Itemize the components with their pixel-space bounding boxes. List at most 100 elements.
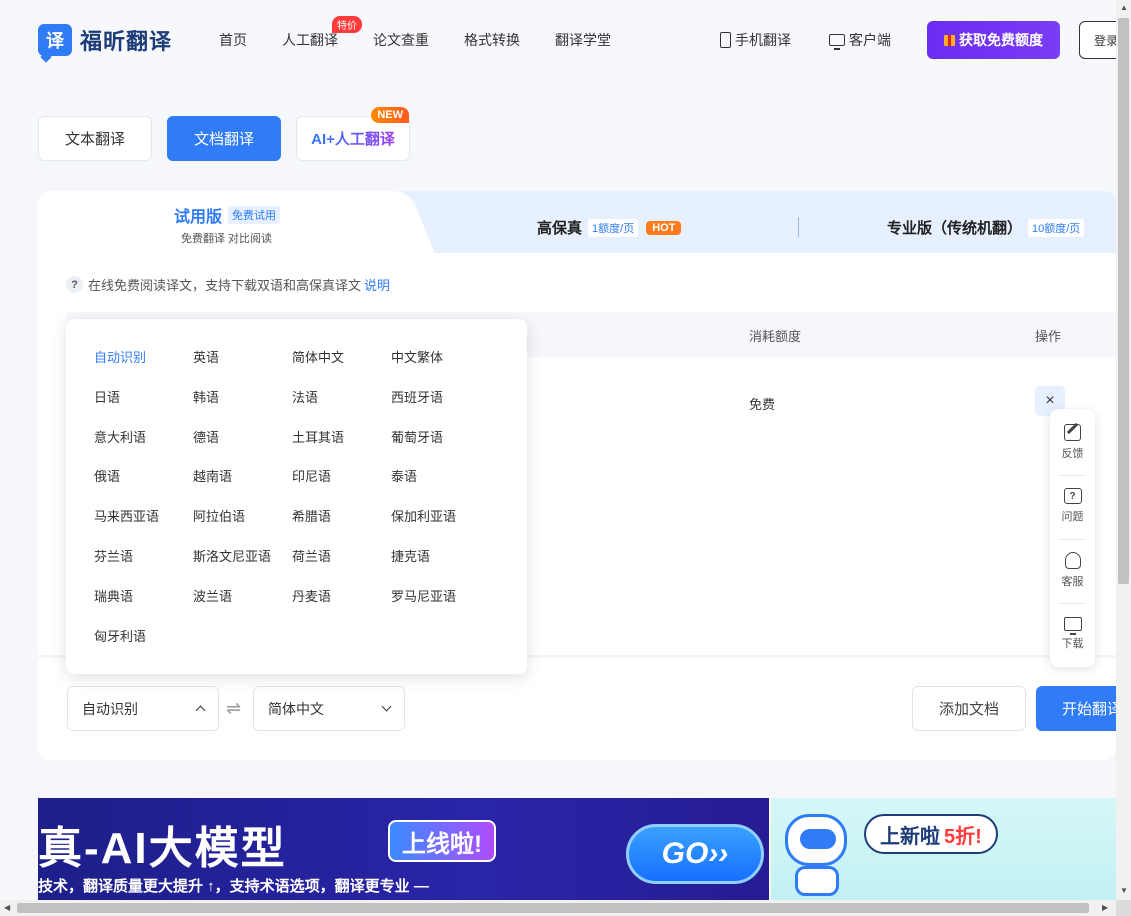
add-document-button[interactable]: 添加文档 <box>912 686 1026 731</box>
tab-document-translation[interactable]: 文档翻译 <box>167 116 281 161</box>
language-option[interactable]: 韩语 <box>193 387 292 427</box>
plan-trial-name: 试用版 <box>174 209 223 226</box>
special-price-badge: 特价 <box>332 16 362 33</box>
col-cost: 消耗额度 <box>749 329 802 344</box>
monitor-icon <box>829 34 845 50</box>
gift-icon <box>944 34 955 46</box>
language-option[interactable]: 泰语 <box>391 466 490 506</box>
language-option[interactable]: 保加利亚语 <box>391 506 490 546</box>
scroll-right-icon[interactable]: ▶ <box>1102 903 1108 912</box>
help-explain-link[interactable]: 说明 <box>364 275 390 294</box>
logo-text: 福昕翻译 <box>80 29 173 54</box>
language-option[interactable]: 土耳其语 <box>292 427 391 467</box>
horizontal-scrollbar[interactable]: ◀ ▶ <box>0 900 1116 916</box>
ai-human-label: AI+人工翻译 <box>311 128 395 149</box>
nav-translation-school[interactable]: 翻译学堂 <box>555 30 611 50</box>
get-free-quota-label: 获取免费额度 <box>959 32 1043 48</box>
language-option[interactable]: 荷兰语 <box>292 546 391 586</box>
language-option[interactable]: 越南语 <box>193 466 292 506</box>
target-language-select[interactable]: 简体中文 <box>253 686 405 731</box>
question-button[interactable]: ? 问题 <box>1050 475 1095 537</box>
banner-headline: 真-AI大模型 <box>38 824 287 873</box>
banner-subline: 技术，翻译质量更大提升 ↑，支持术语选项，翻译更专业 — <box>38 878 429 895</box>
language-option[interactable]: 西班牙语 <box>391 387 490 427</box>
download-button[interactable]: 下载 <box>1050 603 1095 665</box>
scroll-up-icon[interactable]: ▲ <box>1120 3 1128 12</box>
nav-human-translation[interactable]: 人工翻译 特价 <box>282 16 362 50</box>
feedback-button[interactable]: 反馈 <box>1050 411 1095 473</box>
header: 译 福昕翻译 首页 人工翻译 特价 论文查重 格式转换 翻译学堂 手机翻译 客户… <box>0 0 1131 80</box>
vertical-scroll-thumb[interactable] <box>1118 18 1129 584</box>
language-option[interactable]: 瑞典语 <box>94 586 193 626</box>
tab-text-translation[interactable]: 文本翻译 <box>38 116 152 161</box>
robot-mascot-icon <box>781 806 861 896</box>
language-option[interactable]: 法语 <box>292 387 391 427</box>
client-link[interactable]: 客户端 <box>829 30 891 50</box>
tab-ai-human-translation[interactable]: AI+人工翻译 NEW <box>296 107 410 161</box>
language-option[interactable]: 斯洛文尼亚语 <box>193 546 292 586</box>
language-option[interactable]: 波兰语 <box>193 586 292 626</box>
language-option[interactable]: 芬兰语 <box>94 546 193 586</box>
language-option[interactable]: 马来西亚语 <box>94 506 193 546</box>
source-language-select[interactable]: 自动识别 <box>67 686 219 731</box>
question-icon: ? <box>66 276 83 293</box>
scrollbar-corner <box>1116 900 1131 916</box>
language-option[interactable]: 自动识别 <box>94 347 193 387</box>
main-nav: 首页 人工翻译 特价 论文查重 格式转换 翻译学堂 <box>219 16 646 50</box>
language-option[interactable]: 德语 <box>193 427 292 467</box>
horizontal-scroll-thumb[interactable] <box>17 903 1089 913</box>
question-label: 问题 <box>1061 511 1084 523</box>
plan-trial-subtitle: 免费翻译 对比阅读 <box>181 233 273 245</box>
monitor-icon <box>1063 617 1082 635</box>
swap-languages-icon[interactable]: ⇌ <box>226 698 241 719</box>
col-action: 操作 <box>1035 329 1062 344</box>
banner-go-button[interactable]: GO›› <box>626 824 764 884</box>
scroll-down-icon[interactable]: ▼ <box>1120 886 1128 895</box>
plan-pro-quota: 10额度/页 <box>1028 218 1085 237</box>
scroll-left-icon[interactable]: ◀ <box>4 903 10 912</box>
ai-model-banner[interactable]: 真-AI大模型 上线啦! 技术，翻译质量更大提升 ↑，支持术语选项，翻译更专业 … <box>38 798 769 900</box>
language-option[interactable]: 葡萄牙语 <box>391 427 490 467</box>
language-option[interactable]: 俄语 <box>94 466 193 506</box>
mobile-translate-label: 手机翻译 <box>735 32 791 48</box>
chevron-down-icon <box>381 701 392 712</box>
row-cost: 免费 <box>749 397 776 412</box>
new-badge: NEW <box>371 107 409 123</box>
edit-icon <box>1064 423 1081 441</box>
get-free-quota-button[interactable]: 获取免费额度 <box>927 21 1060 59</box>
language-option[interactable]: 印尼语 <box>292 466 391 506</box>
nav-home[interactable]: 首页 <box>219 30 247 50</box>
help-line: ? 在线免费阅读译文，支持下载双语和高保真译文 说明 <box>66 275 390 294</box>
plan-high-fidelity[interactable]: 高保真 1额度/页 HOT <box>537 217 682 238</box>
language-option[interactable]: 中文繁体 <box>391 347 490 387</box>
language-option[interactable]: 意大利语 <box>94 427 193 467</box>
language-option[interactable]: 捷克语 <box>391 546 490 586</box>
nav-format-convert[interactable]: 格式转换 <box>464 30 520 50</box>
target-language-value: 简体中文 <box>268 700 324 717</box>
mobile-translate-link[interactable]: 手机翻译 <box>720 30 791 50</box>
feedback-label: 反馈 <box>1061 447 1084 460</box>
language-option[interactable]: 希腊语 <box>292 506 391 546</box>
language-option[interactable]: 丹麦语 <box>292 586 391 626</box>
banner-online-tag: 上线啦! <box>388 820 496 862</box>
nav-plagiarism-check[interactable]: 论文查重 <box>373 30 429 50</box>
plan-professional[interactable]: 专业版（传统机翻） 10额度/页 <box>887 217 1085 238</box>
language-option[interactable]: 日语 <box>94 387 193 427</box>
plan-hifi-name: 高保真 <box>537 220 583 237</box>
headset-icon <box>1064 551 1081 569</box>
help-text: 在线免费阅读译文，支持下载双语和高保真译文 <box>88 278 362 293</box>
sale-banner[interactable]: 上新啦 5折! <box>771 798 1116 900</box>
nav-human-translation-label: 人工翻译 <box>282 32 338 48</box>
logo[interactable]: 译 福昕翻译 <box>38 24 172 56</box>
language-option[interactable]: 匈牙利语 <box>94 626 193 666</box>
client-label: 客户端 <box>849 32 891 48</box>
start-translation-button[interactable]: 开始翻译 <box>1036 686 1116 731</box>
phone-icon <box>720 32 731 48</box>
language-option[interactable]: 罗马尼亚语 <box>391 586 490 626</box>
language-option[interactable]: 简体中文 <box>292 347 391 387</box>
customer-service-button[interactable]: 客服 <box>1050 539 1095 601</box>
side-float-toolbar: 反馈 ? 问题 客服 下载 <box>1050 409 1095 667</box>
language-option[interactable]: 阿拉伯语 <box>193 506 292 546</box>
language-option[interactable]: 英语 <box>193 347 292 387</box>
vertical-scrollbar[interactable]: ▲ ▼ <box>1116 0 1131 900</box>
